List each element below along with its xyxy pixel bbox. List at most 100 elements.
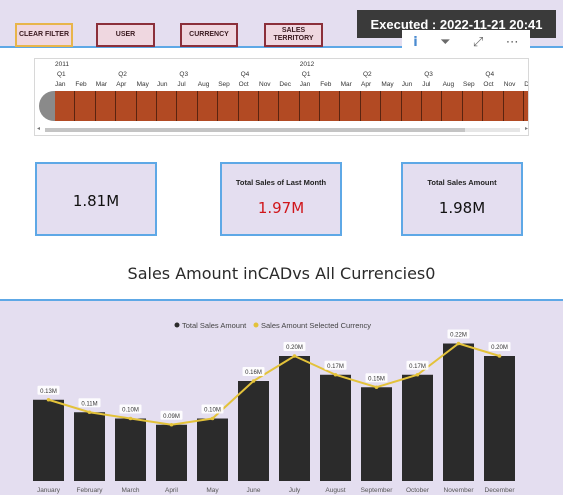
line-point [456, 341, 461, 346]
timeline-month-label: Nov [503, 81, 516, 88]
timeline-month-cell[interactable] [462, 91, 484, 121]
more-options-icon[interactable]: ⋯ [506, 35, 519, 50]
timeline-month-cell[interactable] [197, 91, 219, 121]
x-axis-label: January [37, 487, 61, 494]
kpi-card-last-month: Total Sales of Last Month 1.97M [220, 162, 342, 236]
info-icon[interactable]: i [413, 35, 417, 50]
line-point [169, 422, 174, 427]
timeline-month-cell[interactable] [442, 91, 463, 121]
timeline-bar[interactable] [39, 91, 528, 121]
line-point [251, 379, 256, 383]
timeline-month-cell[interactable] [75, 91, 96, 121]
scroll-left-icon[interactable]: ◂ [37, 125, 40, 132]
timeline-month-cell[interactable] [320, 91, 341, 121]
timeline-month-label: Jan [55, 81, 66, 88]
scroll-thumb[interactable] [45, 128, 465, 132]
timeline-month-label: May [136, 81, 149, 88]
timeline-quarter-label: Q1 [301, 71, 311, 78]
timeline-month-label: Mar [340, 81, 352, 88]
bar-february [74, 412, 105, 481]
kpi-card-1-value: 1.81M [72, 192, 120, 210]
data-label: 0.11M [81, 401, 97, 407]
data-label: 0.17M [327, 364, 344, 370]
data-label: 0.13M [40, 389, 57, 395]
line-point [333, 372, 338, 377]
timeline-month-cell[interactable] [218, 91, 239, 121]
filter-icon[interactable]: ⏷ [440, 35, 450, 50]
section-title: Sales Amount inCADvs All Currencies0 [127, 264, 436, 283]
data-label: 0.20M [491, 345, 508, 351]
timeline-labels: Jan Feb Mar Apr May Jun Jul Aug Sep Oct Nov Dec Jan F… [35, 59, 529, 93]
clear-filter-label: CLEAR FILTER [18, 31, 70, 38]
sales-territory-label-line1: SALES [281, 27, 306, 34]
timeline-month-cell[interactable] [116, 91, 137, 121]
x-axis-label: December [485, 487, 516, 494]
timeline-month-label: Jul [422, 81, 431, 88]
timeline-month-cell[interactable] [258, 91, 280, 121]
timeline-cells[interactable] [55, 91, 528, 121]
timeline-month-cell[interactable] [340, 91, 361, 121]
bar-march [115, 418, 146, 481]
timeline-scrollbar[interactable]: ◂ ▸ [35, 125, 528, 135]
timeline-month-label: Nov [259, 81, 271, 88]
timeline-month-cell[interactable] [401, 91, 423, 121]
timeline-month-cell[interactable] [177, 91, 198, 121]
timeline-month-cell[interactable] [55, 91, 76, 121]
timeline-month-cell[interactable] [422, 91, 443, 121]
timeline-month-cell[interactable] [238, 91, 259, 121]
x-axis-label: September [361, 487, 394, 494]
sales-combo-chart[interactable]: Total Sales Amount Sales Amount Selected … [0, 301, 563, 495]
x-axis-label: February [76, 487, 103, 494]
timeline-month-label: May [381, 81, 394, 88]
user-label: USER [115, 31, 136, 38]
timeline-slicer[interactable]: Jan Feb Mar Apr May Jun Jul Aug Sep Oct Nov Dec Jan F… [34, 58, 529, 136]
visual-header-toolbar: i ⏷ ⤢ ⋯ [402, 30, 530, 54]
timeline-quarter-label: Q2 [363, 71, 372, 78]
timeline-month-cell[interactable] [483, 91, 504, 121]
kpi-card-total-sales-value: 1.98M [438, 199, 486, 217]
data-label: 0.10M [122, 408, 139, 414]
sales-chart-panel: Total Sales Amount Sales Amount Selected … [0, 299, 563, 495]
timeline-month-cell[interactable] [299, 91, 321, 121]
bar-may [197, 418, 228, 481]
bar-september [361, 387, 392, 481]
timeline-month-cell[interactable] [279, 91, 300, 121]
timeline-month-cell[interactable] [156, 91, 178, 121]
currency-button[interactable]: CURRENCY [180, 23, 238, 47]
x-axis-label: November [444, 487, 475, 494]
data-label: 0.20M [286, 345, 303, 351]
bar-august [320, 374, 351, 481]
x-axis-label: August [325, 487, 345, 494]
timeline-month-label: Dec [279, 81, 291, 88]
line-point [46, 397, 51, 402]
x-axis-label: April [165, 487, 179, 494]
x-axis-label: June [246, 487, 260, 494]
kpi-card-last-month-label: Total Sales of Last Month [235, 178, 327, 187]
timeline-month-label: Oct [238, 81, 249, 88]
timeline-month-cell[interactable] [503, 91, 524, 121]
kpi-card-total-sales-label: Total Sales Amount [427, 178, 497, 187]
timeline-month-cell[interactable] [95, 91, 117, 121]
timeline-quarter-label: Q4 [240, 71, 250, 78]
x-axis-label: May [206, 487, 219, 494]
focus-mode-icon[interactable]: ⤢ [473, 35, 483, 50]
sales-territory-button[interactable]: SALES TERRITORY [264, 23, 323, 47]
timeline-month-label: Jun [157, 81, 168, 88]
timeline-month-label: Oct [483, 81, 494, 88]
bar-december [484, 356, 515, 481]
timeline-month-cell[interactable] [360, 91, 382, 121]
timeline-month-label: Aug [197, 81, 210, 88]
timeline-month-label: Feb [320, 81, 332, 88]
clear-filter-button[interactable]: CLEAR FILTER [15, 23, 73, 47]
scroll-right-icon[interactable]: ▸ [525, 125, 528, 132]
timeline-month-cell[interactable] [523, 91, 528, 121]
timeline-month-label: De [524, 81, 529, 88]
timeline-month-cell[interactable] [136, 91, 157, 121]
user-button[interactable]: USER [96, 23, 155, 47]
x-axis-label: July [289, 487, 301, 494]
timeline-quarter-label: Q2 [118, 71, 127, 78]
timeline-month-label: Jan [299, 81, 311, 88]
bar-june [238, 381, 269, 481]
timeline-month-label: Feb [75, 81, 87, 88]
timeline-month-cell[interactable] [381, 91, 402, 121]
